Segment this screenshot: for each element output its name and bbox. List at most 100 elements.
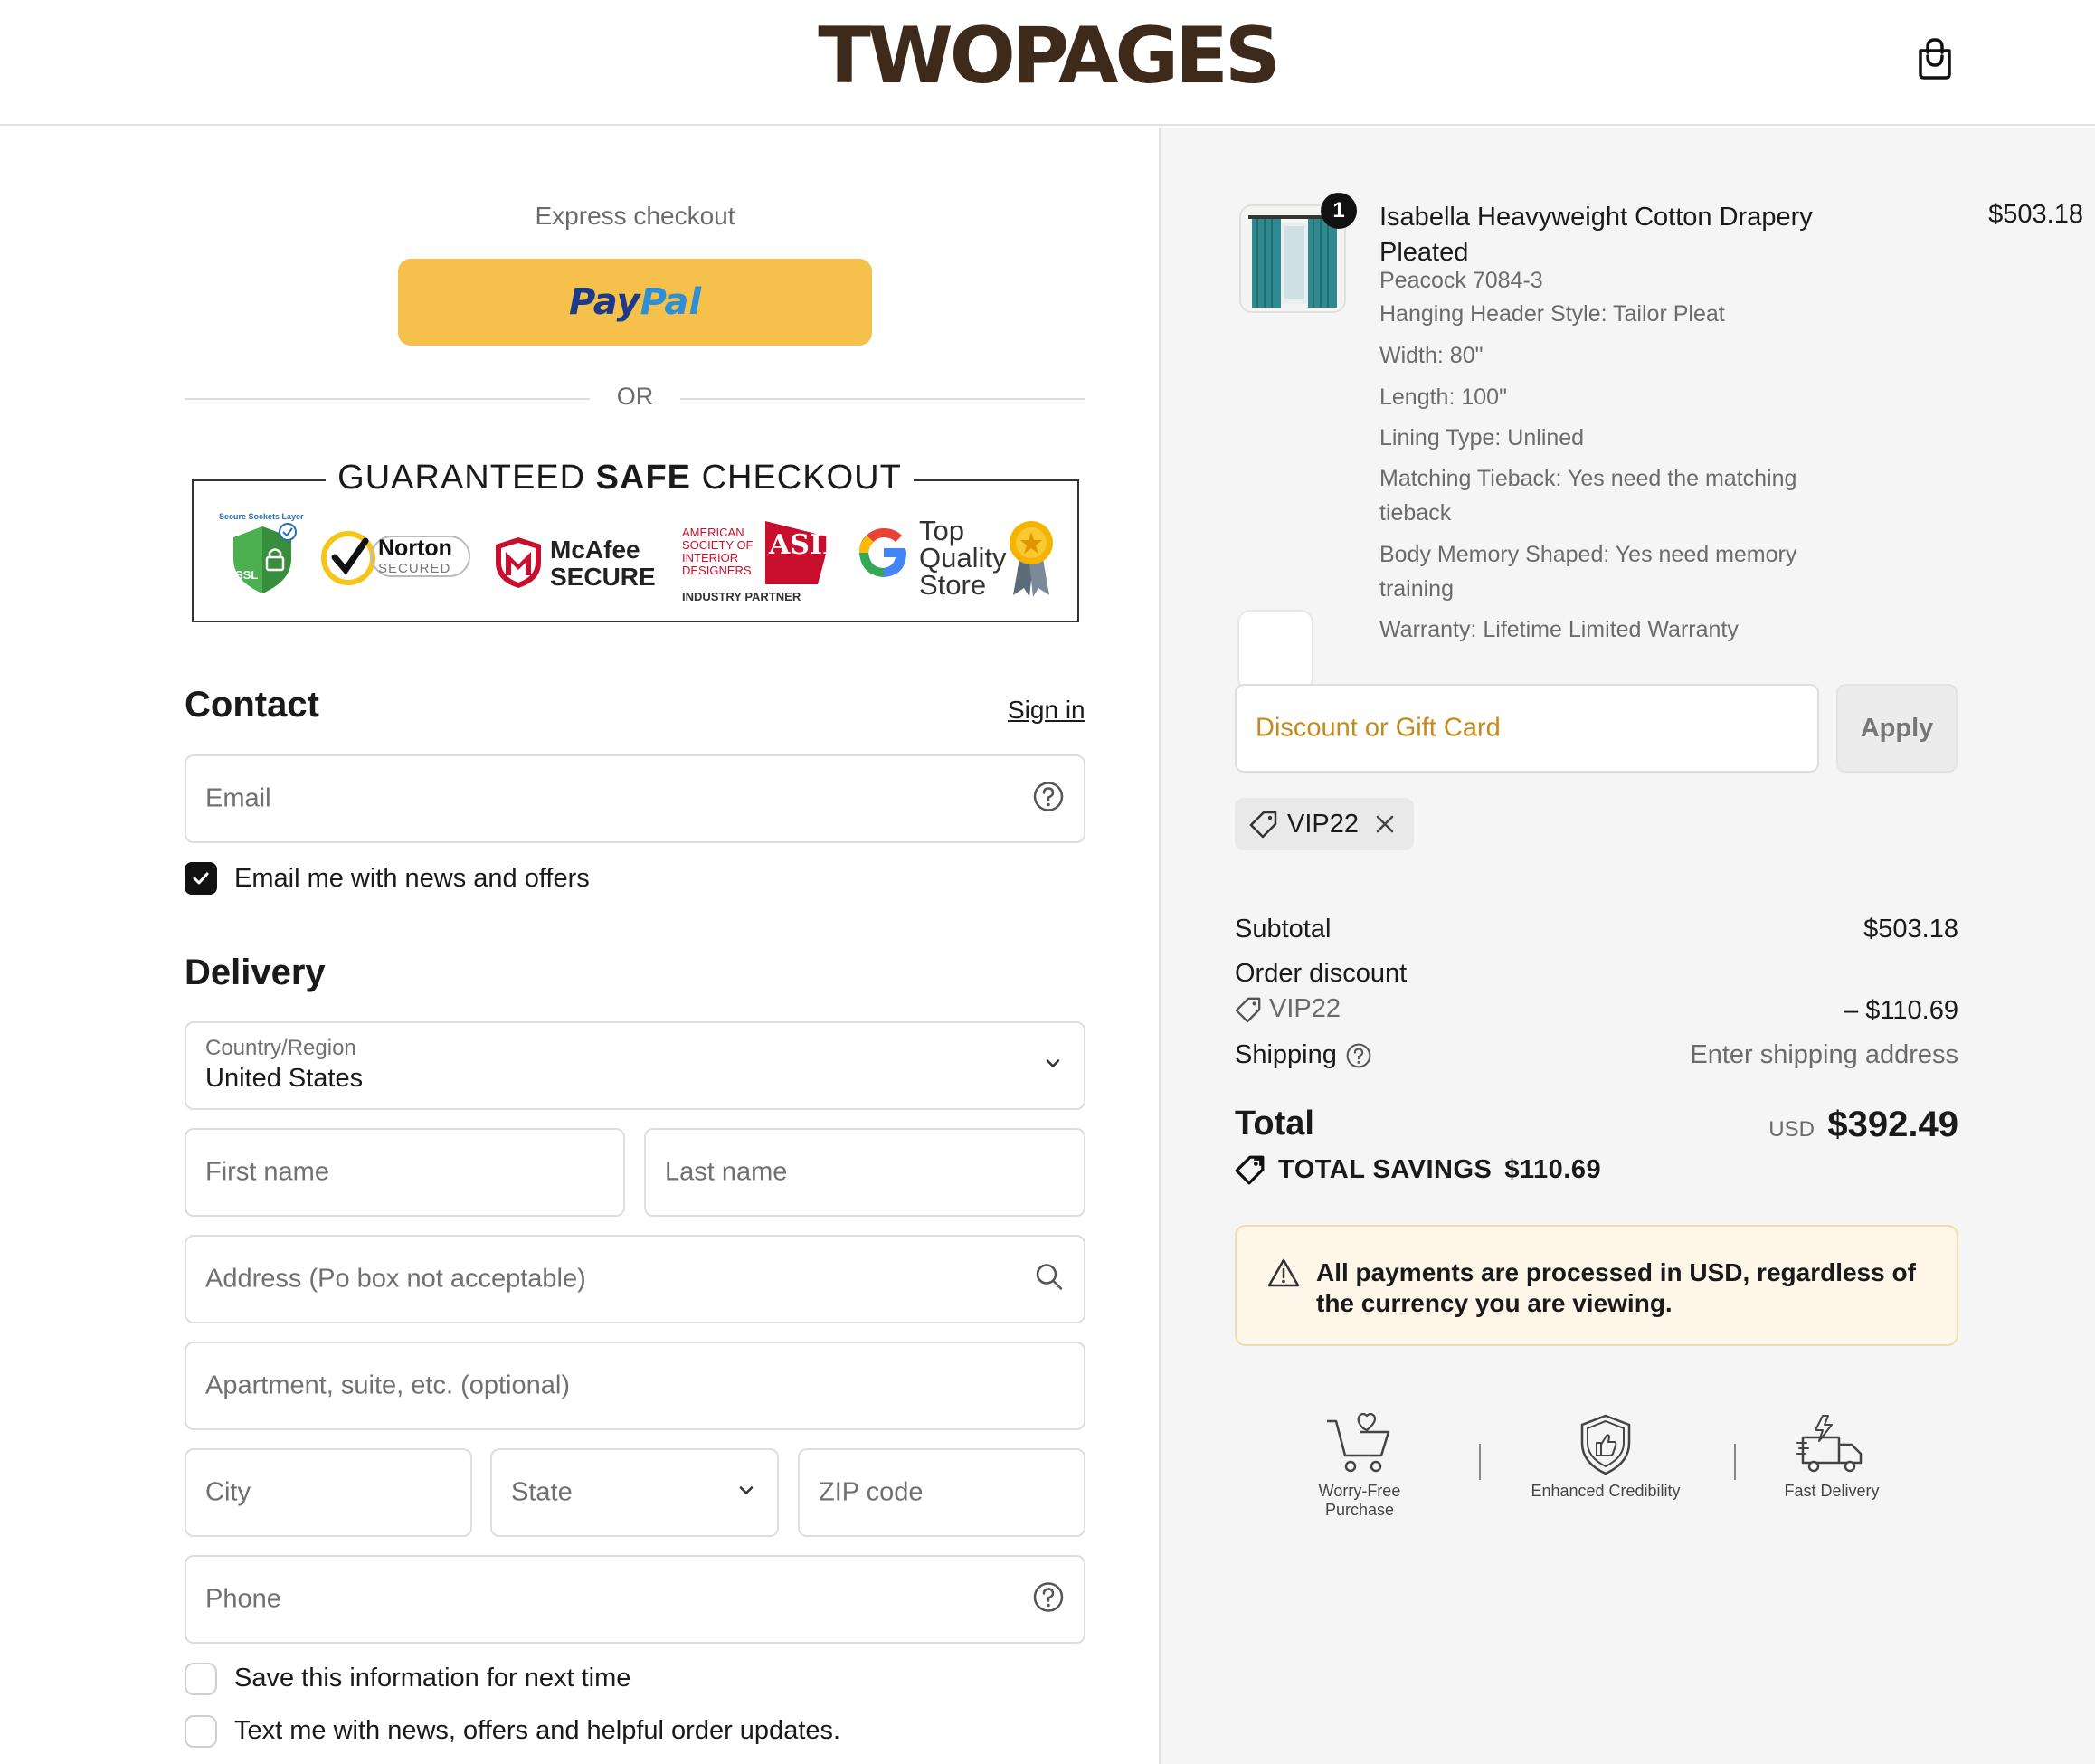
divider-right: [680, 398, 1085, 400]
email-placeholder: Email: [205, 783, 271, 813]
shield-thumbs-up-icon: [1580, 1414, 1631, 1475]
text-me-checkbox[interactable]: [185, 1715, 217, 1748]
asid-line-4: DESIGNERS: [682, 564, 752, 577]
zip-code-field[interactable]: ZIP code: [798, 1448, 1085, 1537]
last-name-placeholder: Last name: [665, 1157, 788, 1187]
total-savings-row: TOTAL SAVINGS $110.69: [1235, 1154, 1601, 1185]
news-offers-label[interactable]: Email me with news and offers: [234, 864, 590, 894]
first-name-field[interactable]: First name: [185, 1128, 625, 1217]
save-info-label[interactable]: Save this information for next time: [234, 1664, 630, 1693]
order-discount-code: VIP22: [1269, 994, 1341, 1023]
discount-placeholder: Discount or Gift Card: [1256, 713, 1501, 743]
shipping-row: Shipping: [1235, 1040, 1371, 1070]
google-line-1: Top: [919, 515, 964, 546]
asid-mark: ASID: [769, 529, 846, 561]
divider-left: [185, 398, 590, 400]
google-g-icon: [859, 528, 906, 577]
country-region-value: United States: [205, 1064, 364, 1093]
help-circle-icon[interactable]: [1033, 782, 1064, 817]
help-circle-icon[interactable]: [1346, 1043, 1371, 1068]
checkout-form-column: Express checkout Pay Pal OR Secure Socket…: [0, 128, 1159, 1764]
contact-title: Contact: [185, 685, 319, 725]
worry-free-purchase-label: Worry-Free Purchase: [1318, 1482, 1401, 1519]
chevron-down-icon: [1042, 1053, 1064, 1079]
subtotal-value: $503.18: [1863, 915, 1958, 944]
order-discount-label: Order discount: [1235, 959, 1408, 988]
total-value: $392.49: [1827, 1105, 1958, 1144]
country-region-select[interactable]: Country/Region United States: [185, 1021, 1085, 1110]
ssl-badge: Secure Sockets Layer SSL: [219, 512, 309, 602]
product-option: Length: 100": [1379, 384, 1507, 410]
ssl-shield-icon: [233, 523, 297, 593]
norton-name: Norton: [378, 536, 452, 561]
total-label: Total: [1235, 1105, 1314, 1143]
subtotal-label: Subtotal: [1235, 915, 1332, 944]
shopping-bag-icon[interactable]: [1917, 36, 1953, 80]
email-field[interactable]: Email: [185, 754, 1085, 843]
save-info-checkbox[interactable]: [185, 1663, 217, 1695]
worry-free-purchase-badge: Worry-Free Purchase: [1287, 1412, 1432, 1520]
site-header: TWOPAGES: [0, 0, 2095, 126]
chevron-down-icon: [735, 1480, 757, 1506]
currency-notice: All payments are processed in USD, regar…: [1235, 1225, 1958, 1346]
last-name-field[interactable]: Last name: [644, 1128, 1085, 1217]
state-select[interactable]: State: [490, 1448, 779, 1537]
phone-field[interactable]: Phone: [185, 1555, 1085, 1644]
apply-discount-button[interactable]: Apply: [1836, 684, 1958, 773]
product-name: Isabella Heavyweight Cotton Drapery Plea…: [1379, 203, 1813, 267]
ssl-caption: Secure Sockets Layer: [219, 512, 304, 521]
google-top-quality-badge: Top Quality Store: [854, 517, 1062, 608]
store-logo[interactable]: TWOPAGES: [0, 11, 2095, 101]
city-field[interactable]: City: [185, 1448, 472, 1537]
product-option: Warranty: Lifetime Limited Warranty: [1379, 617, 1739, 642]
asid-line-1: AMERICAN: [682, 526, 744, 539]
apartment-field[interactable]: Apartment, suite, etc. (optional): [185, 1342, 1085, 1430]
mcafee-name: McAfee: [550, 536, 640, 564]
asid-badge: AMERICAN SOCIETY OF INTERIOR DESIGNERS A…: [682, 516, 846, 606]
total-row: USD $392.49: [1687, 1105, 1958, 1145]
state-placeholder: State: [511, 1477, 573, 1507]
asid-line-3: INTERIOR: [682, 551, 739, 564]
phone-placeholder: Phone: [205, 1584, 281, 1614]
delivery-truck-icon: [1796, 1415, 1863, 1473]
product-variant: Peacock 7084-3: [1379, 268, 1543, 293]
norton-badge: Norton SECURED: [320, 530, 474, 586]
address-placeholder: Address (Po box not acceptable): [205, 1264, 586, 1294]
quantity-badge: 1: [1321, 193, 1357, 229]
warning-icon: [1267, 1258, 1300, 1287]
search-icon: [1035, 1263, 1064, 1296]
news-offers-checkbox[interactable]: [185, 862, 217, 895]
product-price: $503.18: [1988, 200, 2083, 229]
trust-separator: [1734, 1444, 1736, 1480]
asid-partner: INDUSTRY PARTNER: [682, 590, 801, 603]
close-icon[interactable]: [1373, 812, 1397, 836]
product-option: Lining Type: Unlined: [1379, 425, 1585, 450]
help-circle-icon[interactable]: [1033, 1582, 1064, 1617]
order-discount-code-row: VIP22: [1235, 994, 1341, 1024]
order-discount-value: – $110.69: [1844, 996, 1958, 1025]
safe-checkout-title-post: CHECKOUT: [691, 459, 902, 497]
product-option: Body Memory Shaped: Yes need memory trai…: [1379, 542, 1797, 602]
google-line-3: Store: [919, 569, 987, 601]
paypal-logo-pay: Pay: [568, 281, 640, 323]
mcafee-badge: McAfee SECURE: [492, 536, 656, 592]
discount-code-input[interactable]: Discount or Gift Card: [1235, 684, 1819, 773]
fast-delivery-badge: Fast Delivery: [1759, 1412, 1904, 1501]
paypal-button[interactable]: Pay Pal: [398, 259, 872, 346]
first-name-placeholder: First name: [205, 1157, 329, 1187]
savings-tag-icon: [1235, 1155, 1265, 1185]
applied-discount-code: VIP22: [1287, 809, 1359, 839]
enhanced-credibility-badge: Enhanced Credibility: [1515, 1412, 1696, 1501]
address-field[interactable]: Address (Po box not acceptable): [185, 1235, 1085, 1323]
delivery-title: Delivery: [185, 953, 326, 992]
tag-icon: [1249, 811, 1277, 839]
safe-checkout-title: GUARANTEED SAFE CHECKOUT: [326, 459, 914, 498]
text-me-label[interactable]: Text me with news, offers and helpful or…: [234, 1716, 840, 1746]
city-placeholder: City: [205, 1477, 251, 1507]
sign-in-link[interactable]: Sign in: [1008, 696, 1085, 725]
norton-sub: SECURED: [378, 561, 451, 576]
award-ribbon-icon: [1010, 521, 1053, 597]
product-option: Hanging Header Style: Tailor Pleat: [1379, 301, 1725, 327]
currency-notice-text: All payments are processed in USD, regar…: [1316, 1258, 1916, 1317]
safe-checkout-title-bold: SAFE: [595, 459, 692, 497]
